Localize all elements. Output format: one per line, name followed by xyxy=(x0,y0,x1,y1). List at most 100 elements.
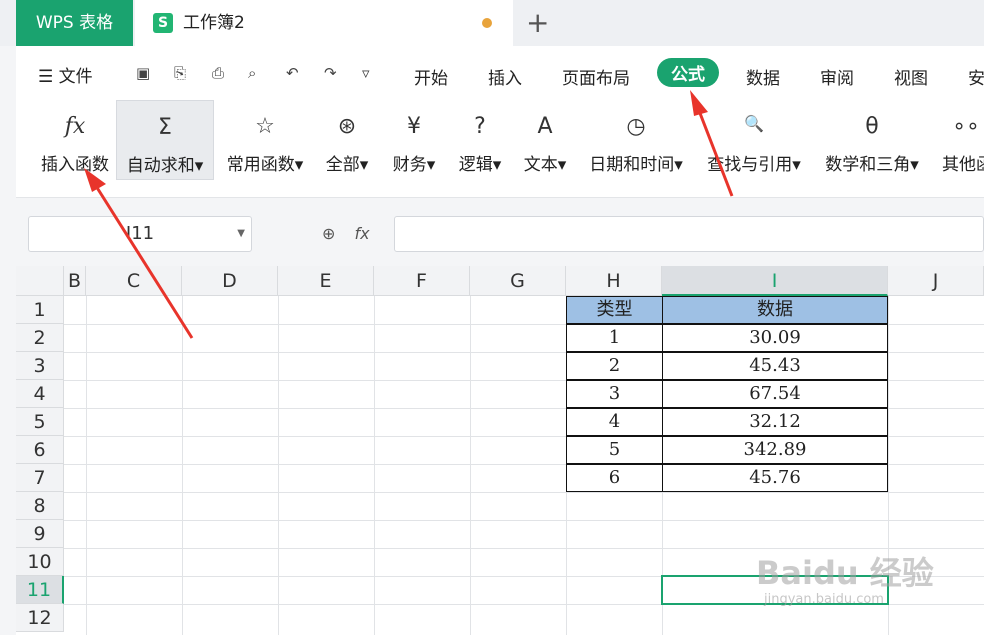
gridline xyxy=(470,296,471,635)
menu-page-layout[interactable]: 页面布局 xyxy=(562,64,630,89)
column-header-h[interactable]: H xyxy=(566,266,662,296)
yen-icon: ¥ xyxy=(407,114,421,139)
gridline xyxy=(64,520,984,521)
gridline xyxy=(64,492,984,493)
table-cell-type[interactable]: 3 xyxy=(566,380,663,408)
row-header-3[interactable]: 3 xyxy=(16,352,64,380)
menu-bar: ☰ 文件 ▣ ⎘ ⎙ ⌕ ↶ ↷ ▿ 开始 插入 页面布局 公式 数据 审阅 视… xyxy=(16,46,984,100)
spreadsheet-icon: S xyxy=(153,13,173,33)
watermark-url: jingyan.baidu.com xyxy=(764,592,884,607)
print-icon[interactable]: ⎙ xyxy=(212,64,224,82)
column-header-c[interactable]: C xyxy=(86,266,182,296)
table-cell-value[interactable]: 32.12 xyxy=(662,408,888,436)
redo-icon[interactable]: ↷ xyxy=(324,64,337,82)
math-trig-label: 数学和三角▾ xyxy=(825,155,919,175)
gridline xyxy=(374,296,375,635)
gridline xyxy=(182,296,183,635)
column-header-g[interactable]: G xyxy=(470,266,566,296)
insert-function-button[interactable]: fx 插入函数 xyxy=(32,100,118,180)
table-cell-type[interactable]: 5 xyxy=(566,436,663,464)
row-header-5[interactable]: 5 xyxy=(16,408,64,436)
lookup-icon: 🔍 xyxy=(744,114,764,133)
formula-ribbon: fx 插入函数 Σ 自动求和▾ ☆ 常用函数▾ ⊛ 全部▾ ¥ 财务▾ ? 逻辑… xyxy=(16,100,984,198)
new-tab-button[interactable]: + xyxy=(526,6,549,39)
insert-function-label: 插入函数 xyxy=(41,155,109,175)
name-box[interactable]: I11 ▼ xyxy=(28,216,252,252)
menu-data[interactable]: 数据 xyxy=(746,64,780,89)
print-preview-icon[interactable]: ⌕ xyxy=(248,64,256,82)
unsaved-dot-icon xyxy=(482,18,492,28)
row-header-6[interactable]: 6 xyxy=(16,436,64,464)
table-header-type[interactable]: 类型 xyxy=(566,296,663,324)
row-header-8[interactable]: 8 xyxy=(16,492,64,520)
document-title: 工作簿2 xyxy=(183,13,245,33)
table-cell-type[interactable]: 4 xyxy=(566,408,663,436)
row-header-4[interactable]: 4 xyxy=(16,380,64,408)
column-header-i[interactable]: I xyxy=(662,266,888,296)
date-time-label: 日期和时间▾ xyxy=(589,155,683,175)
text-button[interactable]: A 文本▾ xyxy=(516,100,574,180)
left-strip xyxy=(0,46,16,635)
logic-button[interactable]: ? 逻辑▾ xyxy=(450,100,510,180)
file-menu-button[interactable]: ☰ 文件 xyxy=(38,62,93,87)
column-header-d[interactable]: D xyxy=(182,266,278,296)
table-cell-value[interactable]: 342.89 xyxy=(662,436,888,464)
date-time-button[interactable]: ◷ 日期和时间▾ xyxy=(582,100,690,180)
text-icon: A xyxy=(537,114,553,139)
more-quick-access-icon[interactable]: ▿ xyxy=(362,64,370,82)
star-icon: ☆ xyxy=(255,114,275,139)
undo-icon[interactable]: ↶ xyxy=(286,64,299,82)
math-icon: θ xyxy=(865,114,879,139)
table-cell-value[interactable]: 67.54 xyxy=(662,380,888,408)
table-header-data[interactable]: 数据 xyxy=(662,296,888,324)
menu-view[interactable]: 视图 xyxy=(894,64,928,89)
row-header-2[interactable]: 2 xyxy=(16,324,64,352)
column-header-j[interactable]: J xyxy=(888,266,984,296)
row-header-12[interactable]: 12 xyxy=(16,604,64,632)
math-trig-button[interactable]: θ 数学和三角▾ xyxy=(818,100,926,180)
document-tab[interactable]: S 工作簿2 xyxy=(135,0,513,46)
table-cell-type[interactable]: 2 xyxy=(566,352,663,380)
table-cell-type[interactable]: 1 xyxy=(566,324,663,352)
column-header-f[interactable]: F xyxy=(374,266,470,296)
menu-home[interactable]: 开始 xyxy=(414,64,448,89)
table-cell-value[interactable]: 45.43 xyxy=(662,352,888,380)
common-functions-button[interactable]: ☆ 常用函数▾ xyxy=(218,100,312,180)
menu-insert[interactable]: 插入 xyxy=(488,64,522,89)
other-functions-button[interactable]: ∘∘ 其他函 xyxy=(936,100,984,180)
text-label: 文本▾ xyxy=(523,155,567,175)
gridline xyxy=(86,296,87,635)
all-icon: ⊛ xyxy=(337,114,357,139)
select-all-corner[interactable] xyxy=(16,266,64,296)
autosum-button[interactable]: Σ 自动求和▾ xyxy=(116,100,214,180)
save-icon[interactable]: ▣ xyxy=(136,64,150,82)
menu-formula[interactable]: 公式 xyxy=(657,58,719,87)
table-cell-value[interactable]: 45.76 xyxy=(662,464,888,492)
app-tab[interactable]: WPS 表格 xyxy=(16,0,133,46)
table-cell-value[interactable]: 30.09 xyxy=(662,324,888,352)
menu-review[interactable]: 审阅 xyxy=(820,64,854,89)
row-header-9[interactable]: 9 xyxy=(16,520,64,548)
chevron-down-icon[interactable]: ▼ xyxy=(237,217,245,251)
gridline xyxy=(278,296,279,635)
zoom-icon[interactable]: ⊕ xyxy=(322,224,335,243)
column-header-b[interactable]: B xyxy=(64,266,86,296)
autosum-label: 自动求和▾ xyxy=(126,156,204,176)
finance-label: 财务▾ xyxy=(392,155,436,175)
menu-security[interactable]: 安 xyxy=(968,64,984,89)
lookup-reference-button[interactable]: 🔍 查找与引用▾ xyxy=(702,100,806,180)
row-header-10[interactable]: 10 xyxy=(16,548,64,576)
fx-icon[interactable]: fx xyxy=(355,224,370,243)
row-header-1[interactable]: 1 xyxy=(16,296,64,324)
formula-input[interactable] xyxy=(394,216,984,252)
finance-button[interactable]: ¥ 财务▾ xyxy=(384,100,444,180)
row-header-7[interactable]: 7 xyxy=(16,464,64,492)
column-header-e[interactable]: E xyxy=(278,266,374,296)
row-header-11[interactable]: 11 xyxy=(16,576,64,604)
watermark: Baidu 经验 xyxy=(756,554,934,592)
formula-bar: I11 ▼ ⊕ fx xyxy=(16,198,984,268)
all-functions-label: 全部▾ xyxy=(325,155,369,175)
export-icon[interactable]: ⎘ xyxy=(174,64,186,82)
all-functions-button[interactable]: ⊛ 全部▾ xyxy=(316,100,378,180)
table-cell-type[interactable]: 6 xyxy=(566,464,663,492)
